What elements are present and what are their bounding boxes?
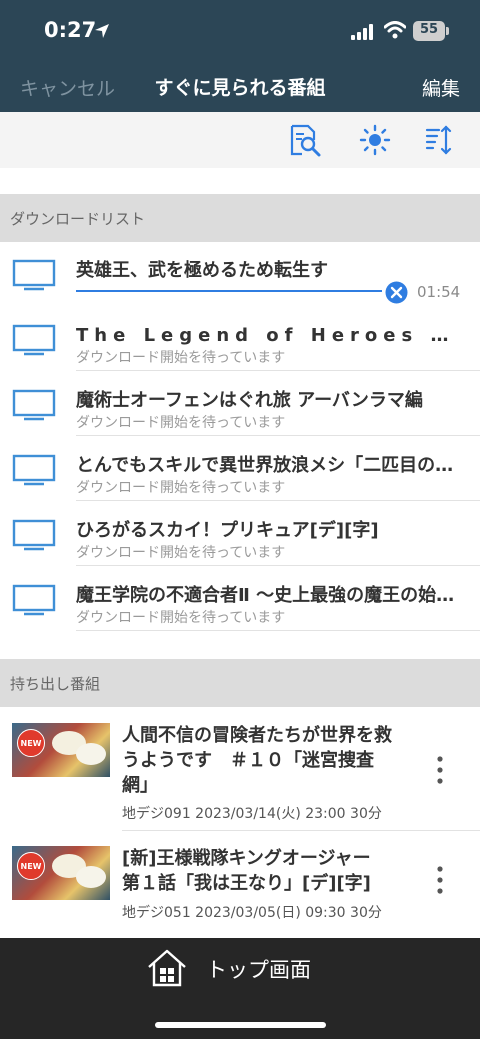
- battery-level: 55: [419, 22, 439, 37]
- tv-icon: [12, 259, 56, 291]
- tv-icon: [12, 389, 56, 421]
- program-title-line: [新]王様戦隊キングオージャー: [122, 848, 371, 869]
- download-progress-fill: [76, 290, 382, 292]
- tv-icon: [12, 324, 56, 356]
- spacer: [0, 168, 480, 194]
- download-status: ダウンロード開始を待っています: [76, 415, 286, 431]
- download-list-header: ダウンロードリスト: [0, 194, 480, 242]
- toolbar: [0, 112, 480, 168]
- wifi-icon: [384, 21, 406, 39]
- document-search-button[interactable]: [286, 122, 322, 158]
- download-item[interactable]: 魔術士オーフェンはぐれ旅 アーバンラマ編 ダウンロード開始を待っています: [0, 372, 480, 436]
- sort-button[interactable]: [421, 122, 457, 158]
- download-title: 魔王学院の不適合者Ⅱ 〜史上最強の魔王の始祖、転生して子孫たちの学校へ通う〜: [76, 585, 458, 606]
- takeout-programs-header: 持ち出し番組: [0, 659, 480, 707]
- program-meta: 地デジ091 2023/03/14(火) 23:00 30分: [122, 806, 382, 822]
- battery-indicator: 55: [413, 21, 449, 41]
- tv-icon: [12, 519, 56, 551]
- download-status: ダウンロード開始を待っています: [76, 545, 286, 561]
- sort-icon: [425, 125, 452, 155]
- battery-tip: [446, 27, 449, 35]
- edit-button[interactable]: 編集: [422, 74, 460, 101]
- program-title-line: 人間不信の冒険者たちが世界を救: [122, 725, 392, 746]
- thumbnail-decoration: [76, 866, 106, 888]
- download-status: ダウンロード開始を待っています: [76, 610, 286, 626]
- divider: [76, 565, 480, 566]
- section-title: 持ち出し番組: [10, 675, 101, 693]
- program-title-line: 第１話「我は王なり」[デ][字]: [122, 873, 371, 894]
- download-progress-bar: [76, 290, 382, 292]
- more-options-icon[interactable]: [430, 755, 450, 785]
- download-status: ダウンロード開始を待っています: [76, 350, 286, 366]
- download-item[interactable]: とんでもスキルで異世界放浪メシ「二匹目の従魔」 ダウンロード開始を待っています: [0, 437, 480, 501]
- navigation-bar: キャンセル すぐに見られる番組 編集: [0, 62, 480, 112]
- status-bar: 0:27 55: [0, 0, 480, 62]
- more-options-icon[interactable]: [430, 865, 450, 895]
- program-title-line: 網」: [122, 775, 158, 796]
- new-badge: NEW: [17, 852, 45, 880]
- download-title: The Legend of Heroes 閃の軌跡 NORTHERN WAR: [76, 325, 458, 346]
- download-status: ダウンロード開始を待っています: [76, 480, 286, 496]
- program-meta: 地デジ051 2023/03/05(日) 09:30 30分: [122, 905, 382, 921]
- cancel-download-icon[interactable]: [385, 281, 408, 304]
- divider: [76, 435, 480, 436]
- download-title: 英雄王、武を極めるため転生す: [76, 260, 328, 281]
- download-item[interactable]: The Legend of Heroes 閃の軌跡 NORTHERN WAR ダ…: [0, 307, 480, 371]
- brightness-button[interactable]: [357, 122, 393, 158]
- tv-icon: [12, 584, 56, 616]
- brightness-icon: [359, 124, 391, 156]
- program-title-line: うようです ＃１０「迷宮捜査: [122, 750, 374, 771]
- remaining-time: 01:54: [417, 283, 461, 301]
- document-search-icon: [290, 124, 321, 157]
- download-item[interactable]: 魔王学院の不適合者Ⅱ 〜史上最強の魔王の始祖、転生して子孫たちの学校へ通う〜 ダ…: [0, 567, 480, 631]
- download-title: とんでもスキルで異世界放浪メシ「二匹目の従魔」: [76, 455, 458, 476]
- page-title: すぐに見られる番組: [154, 77, 326, 99]
- program-item[interactable]: NEW [新]王様戦隊キングオージャー 第１話「我は王なり」[デ][字] 地デジ…: [0, 831, 480, 931]
- divider: [76, 630, 480, 631]
- program-thumbnail: NEW: [12, 723, 110, 777]
- download-title: 魔術士オーフェンはぐれ旅 アーバンラマ編: [76, 390, 423, 411]
- download-item[interactable]: 英雄王、武を極めるため転生す 01:54: [0, 242, 480, 306]
- bottom-bar: トップ画面: [0, 938, 480, 1039]
- status-time: 0:27: [44, 18, 97, 42]
- top-bar: 0:27 55 キャンセル すぐに見られる番組 編集: [0, 0, 480, 112]
- download-item[interactable]: ひろがるスカイ！プリキュア[デ][字] ダウンロード開始を待っています: [0, 502, 480, 566]
- program-item[interactable]: NEW 人間不信の冒険者たちが世界を救 うようです ＃１０「迷宮捜査 網」 地デ…: [0, 707, 480, 831]
- new-badge: NEW: [17, 729, 45, 757]
- divider: [76, 500, 480, 501]
- section-title: ダウンロードリスト: [10, 210, 146, 228]
- download-title: ひろがるスカイ！プリキュア[デ][字]: [76, 520, 379, 541]
- thumbnail-decoration: [76, 743, 106, 765]
- home-button[interactable]: トップ画面: [206, 954, 311, 984]
- location-arrow-icon: [95, 24, 109, 38]
- tv-icon: [12, 454, 56, 486]
- cellular-signal-icon: [351, 24, 373, 40]
- divider: [76, 370, 480, 371]
- program-thumbnail: NEW: [12, 846, 110, 900]
- home-indicator: [155, 1022, 326, 1028]
- home-icon[interactable]: [146, 948, 188, 988]
